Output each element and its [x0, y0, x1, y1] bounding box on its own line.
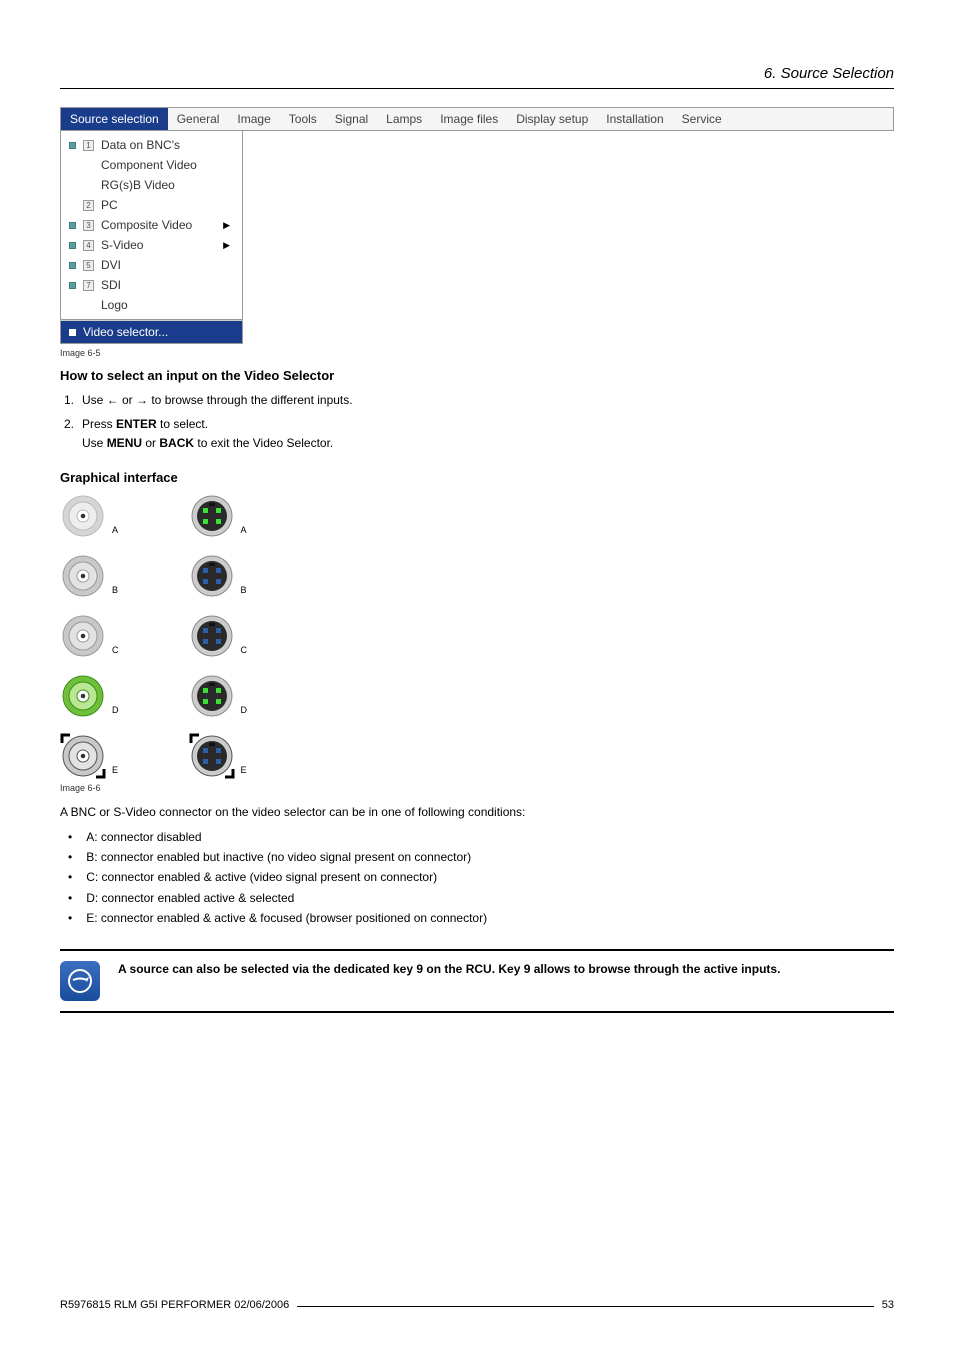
square-icon — [69, 182, 76, 189]
icon-label: D — [112, 705, 119, 719]
figure-caption-6-5: Image 6-5 — [60, 348, 894, 358]
square-icon — [69, 302, 76, 309]
slot-number — [83, 160, 94, 171]
icon-label: C — [112, 645, 119, 659]
bnc-connector-e: E — [60, 733, 119, 779]
page-number: 53 — [882, 1299, 894, 1311]
menu-tab-service[interactable]: Service — [673, 108, 731, 130]
condition-item: A: connector disabled — [68, 827, 894, 847]
menu-item-label: DVI — [101, 258, 121, 272]
source-selection-dropdown: 1 Data on BNC's Component Video RG(s)B Vide… — [60, 131, 243, 320]
figure-caption-6-6: Image 6-6 — [60, 783, 894, 793]
menu-item-label: Logo — [101, 298, 128, 312]
bnc-connector-c: C — [60, 613, 119, 659]
note-band: A source can also be selected via the de… — [60, 949, 894, 1013]
menu-tab-display-setup[interactable]: Display setup — [507, 108, 597, 130]
square-icon — [69, 282, 76, 289]
menu-tab-installation[interactable]: Installation — [597, 108, 672, 130]
icon-label: B — [112, 585, 118, 599]
condition-item: D: connector enabled active & selected — [68, 888, 894, 908]
svideo-connector-d: D — [189, 673, 248, 719]
menu-item-rg-s-b-video[interactable]: RG(s)B Video — [61, 175, 242, 195]
menu-tab-tools[interactable]: Tools — [280, 108, 326, 130]
submenu-arrow-icon: ▶ — [223, 240, 234, 251]
video-selector-label: Video selector... — [83, 325, 168, 339]
icon-label: D — [241, 705, 248, 719]
icon-label: E — [112, 765, 118, 779]
howto-heading: How to select an input on the Video Sele… — [60, 368, 894, 383]
slot-number: 7 — [83, 280, 94, 291]
howto-steps: 1. Use ← or → to browse through the diff… — [60, 391, 894, 454]
menu-tab-source-selection[interactable]: Source selection — [61, 108, 168, 130]
square-icon — [69, 142, 76, 149]
menu-item-component-video[interactable]: Component Video — [61, 155, 242, 175]
menu-item-label: PC — [101, 198, 118, 212]
menu-tab-lamps[interactable]: Lamps — [377, 108, 431, 130]
note-text: A source can also be selected via the de… — [118, 961, 780, 978]
svideo-connector-c: C — [189, 613, 248, 659]
square-icon — [69, 242, 76, 249]
icon-label: E — [241, 765, 247, 779]
menu-tab-image-files[interactable]: Image files — [431, 108, 507, 130]
slot-number: 2 — [83, 200, 94, 211]
menu-item-data-on-bnc-s[interactable]: 1 Data on BNC's — [61, 135, 242, 155]
conditions-intro: A BNC or S-Video connector on the video … — [60, 803, 894, 821]
slot-number — [83, 180, 94, 191]
square-icon — [69, 329, 76, 336]
square-icon — [69, 222, 76, 229]
step-2: 2. Press ENTER to select. Use MENU or BA… — [64, 415, 894, 453]
bnc-connector-d: D — [60, 673, 119, 719]
footer-left: R5976815 RLM G5I PERFORMER 02/06/2006 — [60, 1299, 289, 1311]
icon-label: A — [112, 525, 118, 539]
chapter-header: 6. Source Selection — [60, 65, 894, 89]
menu-item-label: S-Video — [101, 238, 143, 252]
video-selector-menuitem[interactable]: Video selector... — [60, 320, 243, 344]
icon-label: B — [241, 585, 247, 599]
slot-number: 1 — [83, 140, 94, 151]
slot-number — [83, 300, 94, 311]
menu-item-label: SDI — [101, 278, 121, 292]
note-icon — [60, 961, 100, 1001]
submenu-arrow-icon: ▶ — [223, 220, 234, 231]
graphical-heading: Graphical interface — [60, 470, 894, 485]
svideo-connector-e: E — [189, 733, 248, 779]
slot-number: 4 — [83, 240, 94, 251]
square-icon — [69, 262, 76, 269]
svideo-connector-b: B — [189, 553, 248, 599]
svideo-connector-a: A — [189, 493, 248, 539]
icon-label: A — [241, 525, 247, 539]
condition-item: B: connector enabled but inactive (no vi… — [68, 847, 894, 867]
menubar: Source selectionGeneralImageToolsSignalL… — [60, 107, 894, 131]
page-footer: R5976815 RLM G5I PERFORMER 02/06/2006 53 — [60, 1299, 894, 1311]
menu-item-sdi[interactable]: 7 SDI — [61, 275, 242, 295]
menu-item-composite-video[interactable]: 3 Composite Video ▶ — [61, 215, 242, 235]
square-icon — [69, 202, 76, 209]
menu-tab-image[interactable]: Image — [228, 108, 279, 130]
menu-item-label: Data on BNC's — [101, 138, 180, 152]
menu-item-dvi[interactable]: 5 DVI — [61, 255, 242, 275]
menu-item-s-video[interactable]: 4 S-Video ▶ — [61, 235, 242, 255]
conditions-list: A: connector disabledB: connector enable… — [60, 827, 894, 929]
menu-item-label: Composite Video — [101, 218, 192, 232]
connector-icon-grid: A B C D E A — [60, 493, 894, 779]
bnc-connector-b: B — [60, 553, 119, 599]
slot-number: 5 — [83, 260, 94, 271]
step-1: 1. Use ← or → to browse through the diff… — [64, 391, 894, 410]
square-icon — [69, 162, 76, 169]
condition-item: C: connector enabled & active (video sig… — [68, 867, 894, 887]
icon-label: C — [241, 645, 248, 659]
menu-figure: Source selectionGeneralImageToolsSignalL… — [60, 107, 894, 344]
menu-tab-general[interactable]: General — [168, 108, 229, 130]
menu-item-logo[interactable]: Logo — [61, 295, 242, 315]
bnc-connector-a: A — [60, 493, 119, 539]
menu-item-pc[interactable]: 2 PC — [61, 195, 242, 215]
slot-number: 3 — [83, 220, 94, 231]
menu-tab-signal[interactable]: Signal — [326, 108, 377, 130]
menu-item-label: RG(s)B Video — [101, 178, 175, 192]
condition-item: E: connector enabled & active & focused … — [68, 908, 894, 928]
menu-item-label: Component Video — [101, 158, 197, 172]
